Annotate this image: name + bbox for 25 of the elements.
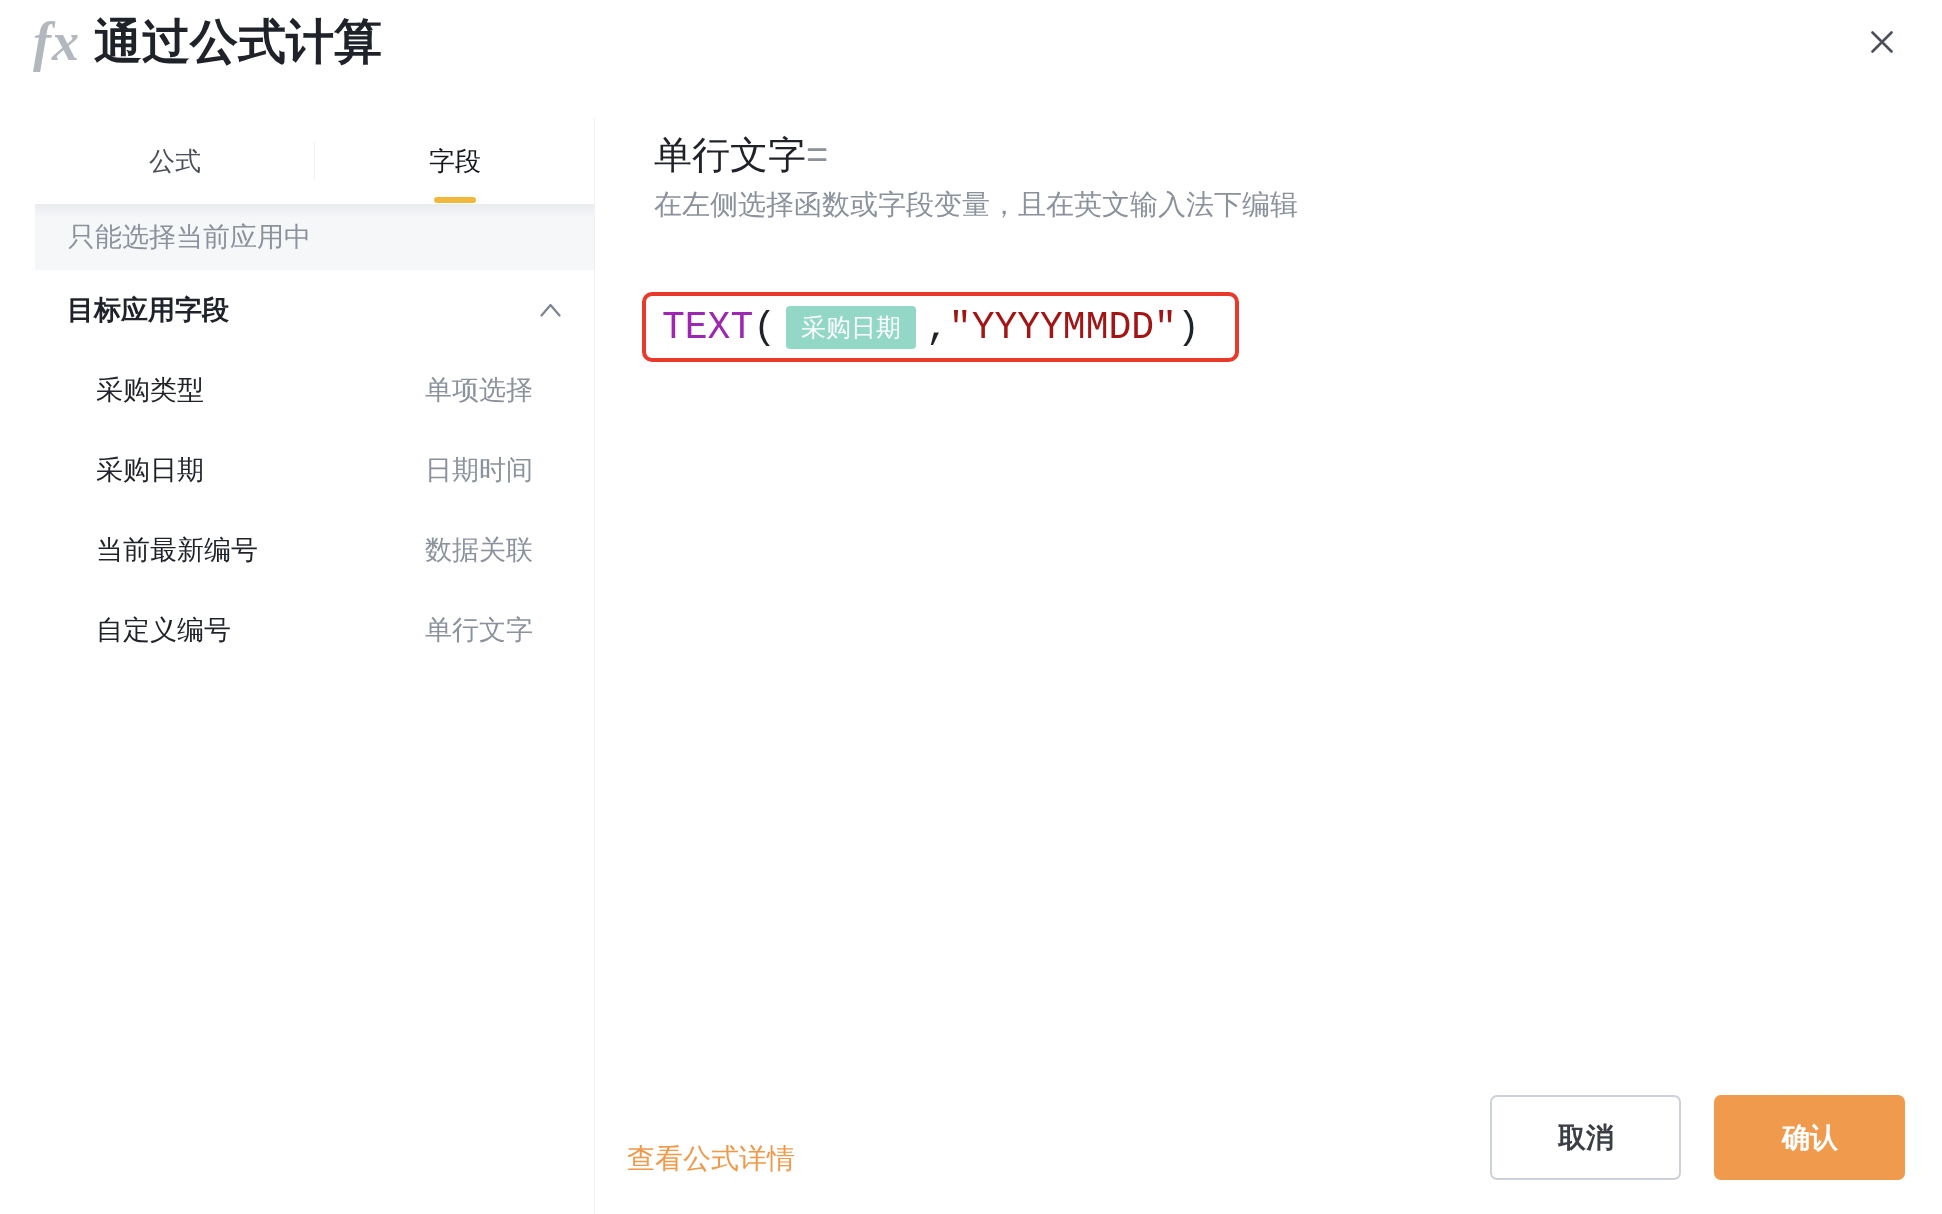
punctuation-token: , <box>926 305 949 349</box>
field-type: 单行文字 <box>425 614 533 647</box>
field-type: 日期时间 <box>425 454 533 487</box>
field-name[interactable]: 采购类型 <box>96 372 204 408</box>
formula-field[interactable]: TEXT( 采购日期 ,"YYYYMMDD") <box>642 292 1239 362</box>
punctuation-token: ) <box>1176 305 1200 349</box>
field-name[interactable]: 自定义编号 <box>96 612 231 648</box>
dialog-title: 通过公式计算 <box>94 15 382 69</box>
cancel-button[interactable]: 取消 <box>1490 1095 1681 1180</box>
equals-sign: = <box>806 133 829 178</box>
chevron-up-icon[interactable] <box>540 303 561 317</box>
field-name[interactable]: 当前最新编号 <box>96 532 258 568</box>
group-header[interactable]: 目标应用字段 <box>35 270 594 350</box>
tab[interactable]: 公式 <box>35 118 314 204</box>
tab[interactable]: 字段 <box>315 118 594 204</box>
string-token: "YYYYMMDD" <box>948 305 1177 349</box>
punctuation-token: ( <box>753 305 777 349</box>
hint-banner: 只能选择当前应用中 <box>35 204 594 270</box>
field-type: 数据关联 <box>425 534 533 567</box>
field-name[interactable]: 采购日期 <box>96 452 204 488</box>
close-icon[interactable] <box>1871 31 1893 53</box>
function-token: TEXT <box>662 305 754 349</box>
field-type: 单项选择 <box>425 374 533 407</box>
instruction-text: 在左侧选择函数或字段变量，且在英文输入法下编辑 <box>654 188 1298 222</box>
target-field-name: 单行文字 <box>654 133 806 178</box>
